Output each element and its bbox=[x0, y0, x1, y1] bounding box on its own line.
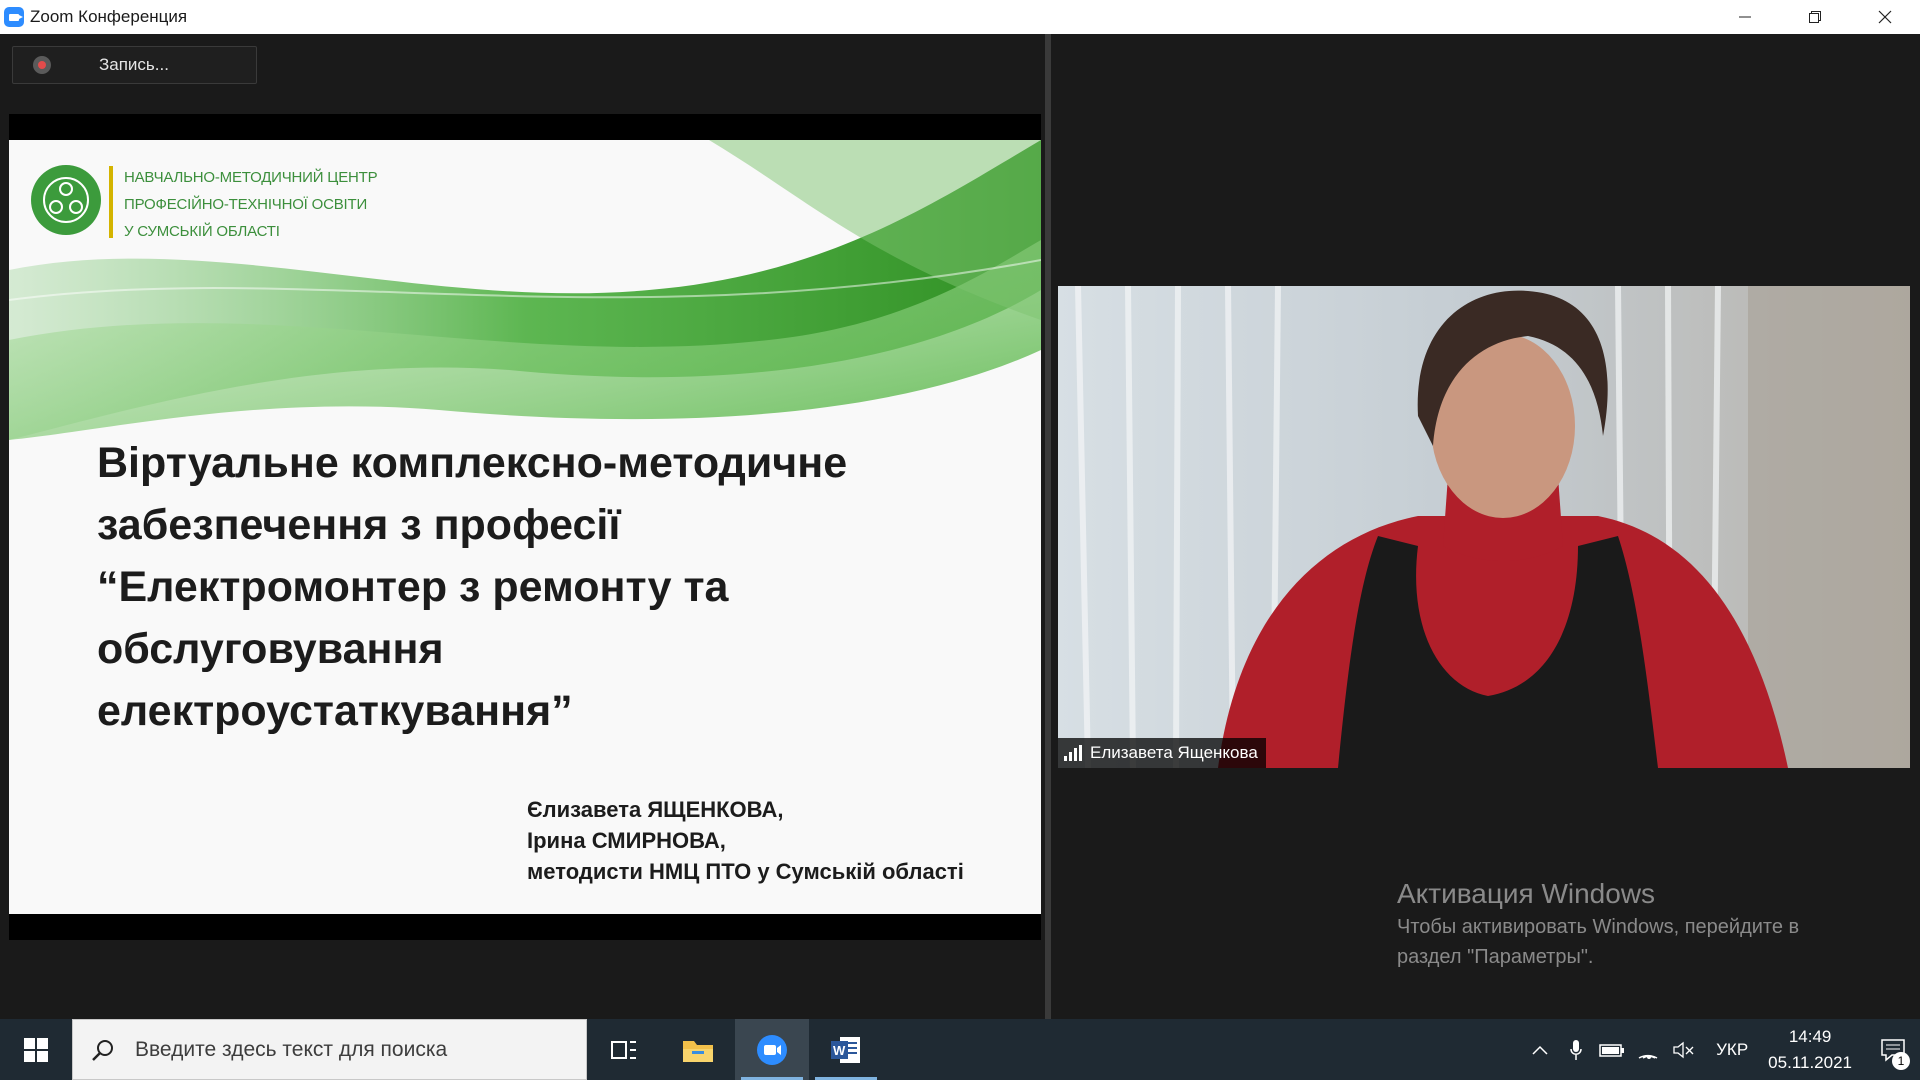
record-icon bbox=[33, 56, 51, 74]
action-center-button[interactable]: 1 bbox=[1866, 1019, 1920, 1080]
window-controls bbox=[1710, 0, 1920, 34]
clock-date: 05.11.2021 bbox=[1768, 1052, 1852, 1072]
taskbar-zoom[interactable] bbox=[735, 1019, 809, 1080]
recording-label: Запись... bbox=[99, 55, 169, 74]
volume-muted-icon bbox=[1673, 1041, 1694, 1058]
org-line: НАВЧАЛЬНО-МЕТОДИЧНИЙ ЦЕНТР bbox=[124, 169, 378, 186]
windows-activation-watermark: Активация Windows Чтобы активировать Win… bbox=[1397, 876, 1799, 972]
microphone-tray-button[interactable] bbox=[1558, 1019, 1594, 1080]
search-placeholder: Введите здесь текст для поиска bbox=[135, 1037, 448, 1061]
author-line: методисти НМЦ ПТО у Сумській області bbox=[527, 859, 964, 884]
activation-line: раздел "Параметры". bbox=[1397, 946, 1594, 968]
title-line: Віртуальне комплексно-методичне bbox=[97, 439, 848, 487]
recording-indicator[interactable]: Запись... bbox=[12, 46, 257, 84]
participant-name: Елизавета Ященкова bbox=[1090, 743, 1258, 762]
author-line: Ірина СМИРНОВА, bbox=[527, 828, 726, 853]
windows-logo-icon bbox=[24, 1037, 48, 1062]
slide-authors: Єлизавета ЯЩЕНКОВА, Ірина СМИРНОВА, мето… bbox=[527, 794, 964, 887]
restore-button[interactable] bbox=[1780, 0, 1850, 34]
taskbar-word[interactable]: W bbox=[809, 1019, 883, 1080]
taskbar-clock[interactable]: 14:49 05.11.2021 bbox=[1768, 1024, 1852, 1076]
minimize-button[interactable] bbox=[1710, 0, 1780, 34]
split-divider[interactable] bbox=[1045, 34, 1051, 1019]
taskbar-file-explorer[interactable] bbox=[661, 1019, 735, 1080]
show-hidden-icons-button[interactable] bbox=[1522, 1019, 1558, 1080]
microphone-icon bbox=[1570, 1039, 1582, 1060]
word-icon: W bbox=[831, 1036, 860, 1063]
folder-icon bbox=[683, 1040, 713, 1062]
close-button[interactable] bbox=[1850, 0, 1920, 34]
title-bar: Zoom Конференция bbox=[0, 0, 1920, 34]
slide-title: Віртуальне комплексно-методичне забезпеч… bbox=[97, 432, 997, 742]
title-line: обслуговування bbox=[97, 625, 444, 673]
zoom-app-icon bbox=[4, 7, 24, 27]
input-language-indicator[interactable]: УКР bbox=[1716, 1040, 1748, 1060]
shared-slide: НАВЧАЛЬНО-МЕТОДИЧНИЙ ЦЕНТР ПРОФЕСІЙНО-ТЕ… bbox=[9, 140, 1041, 914]
battery-tray-button[interactable] bbox=[1594, 1019, 1630, 1080]
chevron-up-icon bbox=[1532, 1045, 1548, 1055]
video-frame-image bbox=[1058, 286, 1910, 768]
system-tray: УКР 14:49 05.11.2021 1 bbox=[1522, 1019, 1920, 1080]
restore-icon bbox=[1809, 11, 1821, 23]
task-view-button[interactable] bbox=[587, 1019, 661, 1080]
participant-name-tag: Елизавета Ященкова bbox=[1058, 738, 1266, 768]
activation-line: Чтобы активировать Windows, перейдите в bbox=[1397, 916, 1800, 938]
network-tray-button[interactable] bbox=[1630, 1019, 1666, 1080]
logo-divider bbox=[109, 166, 113, 238]
taskbar-search-box[interactable]: Введите здесь текст для поиска bbox=[72, 1019, 587, 1080]
title-line: електроустаткування” bbox=[97, 687, 573, 735]
task-view-icon bbox=[611, 1040, 636, 1059]
participant-video[interactable] bbox=[1058, 286, 1910, 768]
title-line: “Електромонтер з ремонту та bbox=[97, 563, 729, 611]
author-line: Єлизавета ЯЩЕНКОВА, bbox=[527, 797, 784, 822]
volume-tray-button[interactable] bbox=[1666, 1019, 1702, 1080]
org-line: ПРОФЕСІЙНО-ТЕХНІЧНОЇ ОСВІТИ bbox=[124, 196, 368, 213]
svg-text:W: W bbox=[833, 1043, 846, 1058]
title-line: забезпечення з професії bbox=[97, 501, 621, 549]
taskbar: Введите здесь текст для поиска W УКР 14:… bbox=[0, 1019, 1920, 1080]
zoom-icon bbox=[757, 1034, 787, 1065]
battery-icon bbox=[1599, 1043, 1625, 1057]
org-logo bbox=[31, 165, 101, 235]
activation-title: Активация Windows bbox=[1397, 878, 1656, 909]
wifi-icon bbox=[1638, 1054, 1658, 1059]
clock-time: 14:49 bbox=[1788, 1026, 1832, 1046]
notification-count-badge: 1 bbox=[1892, 1052, 1910, 1070]
org-line: У СУМСЬКІЙ ОБЛАСТІ bbox=[124, 223, 280, 240]
org-name: НАВЧАЛЬНО-МЕТОДИЧНИЙ ЦЕНТР ПРОФЕСІЙНО-ТЕ… bbox=[124, 164, 378, 245]
close-icon bbox=[1878, 10, 1892, 24]
signal-strength-icon bbox=[1064, 745, 1082, 761]
start-button[interactable] bbox=[0, 1019, 72, 1080]
search-icon bbox=[92, 1039, 113, 1061]
minimize-icon bbox=[1739, 16, 1751, 18]
window-title: Zoom Конференция bbox=[30, 7, 188, 26]
